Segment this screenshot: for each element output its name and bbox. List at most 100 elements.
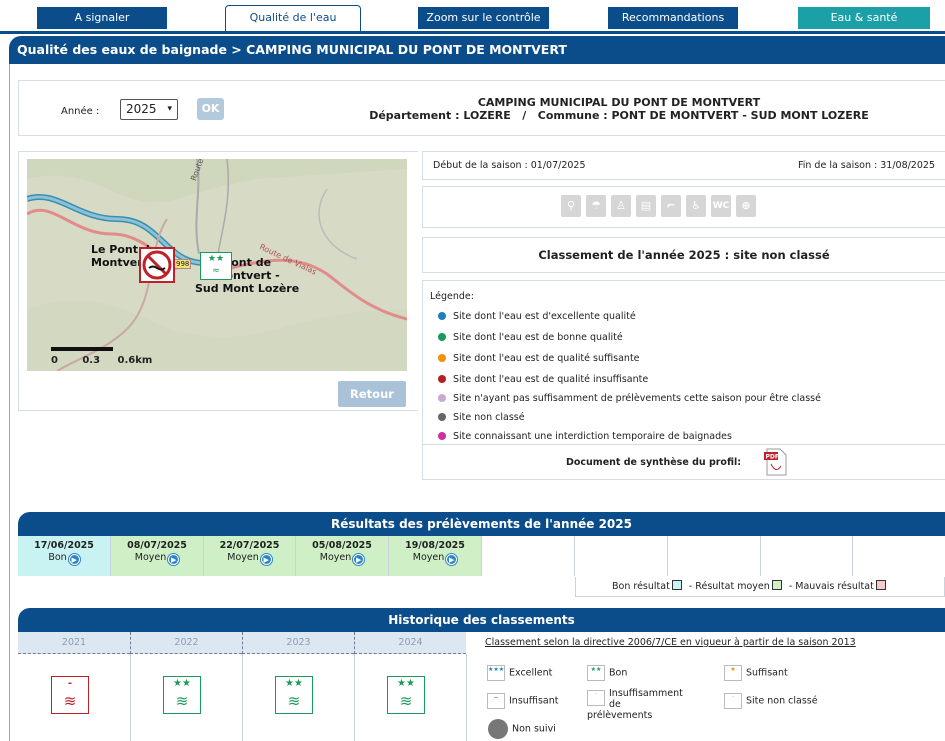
non-classe-icon: · [724, 693, 742, 709]
bon-swatch [671, 580, 682, 590]
sample-cell-empty [575, 536, 668, 576]
legend-bon: ★★ Bon [587, 665, 627, 681]
season-row: Début de la saison : 01/07/2025 Fin de l… [422, 151, 945, 180]
site-location: Département : LOZERE / Commune : PONT DE… [369, 109, 869, 122]
season-end: Fin de la saison : 31/08/2025 [797, 160, 935, 171]
legend-excellent: ★★★ Excellent [487, 665, 552, 681]
legend-non-suivi: Non suivi [488, 719, 556, 739]
synthesis-row: Document de synthèse du profil: PDF [422, 444, 945, 480]
directive-link[interactable]: Classement selon la directive 2006/7/CE … [485, 637, 856, 648]
sample-cell-empty [482, 536, 575, 576]
tab-qualite-eau[interactable]: Qualité de l'eau [225, 5, 361, 32]
tab-recommandations[interactable]: Recommandations [608, 7, 738, 29]
top-tabs: A signaler Qualité de l'eau Zoom sur le … [0, 0, 945, 32]
shower-icon: ⌐ [661, 195, 681, 217]
first-aid-icon: ⊕ [736, 195, 756, 217]
legend-header: Légende: [430, 291, 474, 302]
year-value: 2025 [126, 102, 157, 116]
sample-cell[interactable]: 17/06/2025 Bon ▶ [18, 536, 111, 576]
insuffisant-icon: − [487, 693, 505, 709]
sample-cell-empty [761, 536, 853, 576]
road-number-badge: 998 [174, 259, 192, 269]
synthesis-label: Document de synthèse du profil: [566, 457, 742, 468]
left-border [9, 64, 10, 741]
legend-non-classe: · Site non classé [724, 693, 818, 709]
insuf-prel-icon: · [587, 690, 605, 706]
arrow-right-icon[interactable]: ▶ [68, 554, 80, 565]
arrow-right-icon[interactable]: ▶ [353, 554, 365, 565]
legend-item: Site non classé [438, 412, 525, 423]
year-divider [130, 654, 131, 741]
tab-zoom-controle[interactable]: Zoom sur le contrôle [418, 7, 549, 29]
arrow-right-icon[interactable]: ▶ [260, 554, 272, 565]
arrow-right-icon[interactable]: ▶ [168, 554, 180, 565]
retour-button[interactable]: Retour [338, 381, 406, 407]
mauvais-swatch [875, 580, 886, 590]
moyen-swatch [771, 580, 782, 590]
year-select[interactable]: 2025 ▾ [120, 99, 178, 120]
results-legend: Bon résultat - Résultat moyen - Mauvais … [575, 577, 945, 597]
sample-cell[interactable]: 19/08/2025 Moyen ▶ [389, 536, 482, 576]
svg-text:PDF: PDF [766, 454, 779, 461]
year-divider [466, 654, 467, 741]
legend-item: Site connaissant une interdiction tempor… [438, 431, 732, 442]
legend-item: Site dont l'eau est de qualité insuffisa… [438, 374, 648, 385]
year-2021: 2021 [18, 632, 130, 654]
season-start: Début de la saison : 01/07/2025 [433, 160, 586, 171]
page-title: Qualité des eaux de baignade > CAMPING M… [9, 36, 945, 64]
legend-panel: Légende: Site dont l'eau est d'excellent… [422, 280, 945, 444]
arrow-right-icon[interactable]: ▶ [446, 554, 458, 565]
accessibility-icon: ♿ [686, 195, 706, 217]
year-2023: 2023 [242, 632, 354, 654]
scale-bar [51, 347, 113, 351]
results-header: Résultats des prélèvements de l'année 20… [18, 512, 945, 536]
sample-cell-empty [853, 536, 945, 576]
wc-icon: WC [711, 195, 731, 217]
tab-a-signaler[interactable]: A signaler [37, 7, 167, 29]
tab-eau-sante[interactable]: Eau & santé [798, 7, 930, 29]
chevron-down-icon: ▾ [167, 104, 172, 114]
bon-icon: ★★ [587, 665, 605, 681]
year-label: Année : [61, 106, 100, 117]
site-header: CAMPING MUNICIPAL DU PONT DE MONTVERT Dé… [319, 96, 919, 122]
badge-insuffisant-icon: - ≋ [51, 676, 89, 714]
info-board-icon: ▤ [636, 195, 656, 217]
legend-insuffisant: − Insuffisant [487, 693, 559, 709]
results-row: 17/06/2025 Bon ▶ 08/07/2025 Moyen ▶ 22/07/20… [18, 536, 945, 576]
pdf-icon[interactable]: PDF [764, 448, 788, 476]
legend-item: Site dont l'eau est de bonne qualité [438, 332, 623, 343]
year-2024: 2024 [354, 632, 466, 654]
legend-item: Site dont l'eau est de qualité suffisant… [438, 353, 640, 364]
no-swimming-marker-icon[interactable] [139, 247, 175, 283]
badge-bon-icon: ★★ ≋ [387, 676, 425, 714]
badge-bon-icon: ★★ ≋ [275, 676, 313, 714]
excellent-icon: ★★★ [487, 665, 505, 681]
sample-cell-empty [668, 536, 761, 576]
badge-bon-icon: ★★ ≋ [163, 676, 201, 714]
classification-row: Classement de l'année 2025 : site non cl… [422, 237, 945, 273]
legend-insuf-prel: · Insuffisamment de prélèvements [587, 688, 683, 721]
tabs-underline [0, 31, 945, 34]
year-divider [242, 654, 243, 741]
year-panel: Année : 2025 ▾ OK CAMPING MUNICIPAL DU P… [18, 80, 945, 136]
sample-cell[interactable]: 08/07/2025 Moyen ▶ [111, 536, 204, 576]
sample-cell[interactable]: 05/08/2025 Moyen ▶ [296, 536, 389, 576]
legend-suffisant: ★ Suffisant [724, 665, 788, 681]
history-header: Historique des classements [18, 608, 945, 632]
year-divider [354, 654, 355, 741]
non-suivi-icon [488, 719, 508, 739]
parasol-icon: ☂ [586, 195, 606, 217]
legend-item: Site n'ayant pas suffisamment de prélève… [438, 393, 821, 404]
legend-item: Site dont l'eau est d'excellente qualité [438, 311, 636, 322]
suffisant-icon: ★ [724, 665, 742, 681]
facilities-row: ⚲ ☂ ♙ ▤ ⌐ ♿ WC ⊕ [422, 186, 945, 228]
map[interactable]: Le Pont de Montvert Pont de Montvert - Sud … [27, 159, 407, 371]
year-2022: 2022 [130, 632, 242, 654]
binoculars-icon: ⚲ [561, 195, 581, 217]
lifeguard-icon: ♙ [611, 195, 631, 217]
ok-button[interactable]: OK [197, 98, 224, 120]
site-name: CAMPING MUNICIPAL DU PONT DE MONTVERT [477, 96, 761, 109]
scale-labels: 0 0.3 0.6km [51, 355, 153, 366]
site-marker-good-icon[interactable]: ★★ ≈ [200, 252, 232, 280]
sample-cell[interactable]: 22/07/2025 Moyen ▶ [204, 536, 296, 576]
